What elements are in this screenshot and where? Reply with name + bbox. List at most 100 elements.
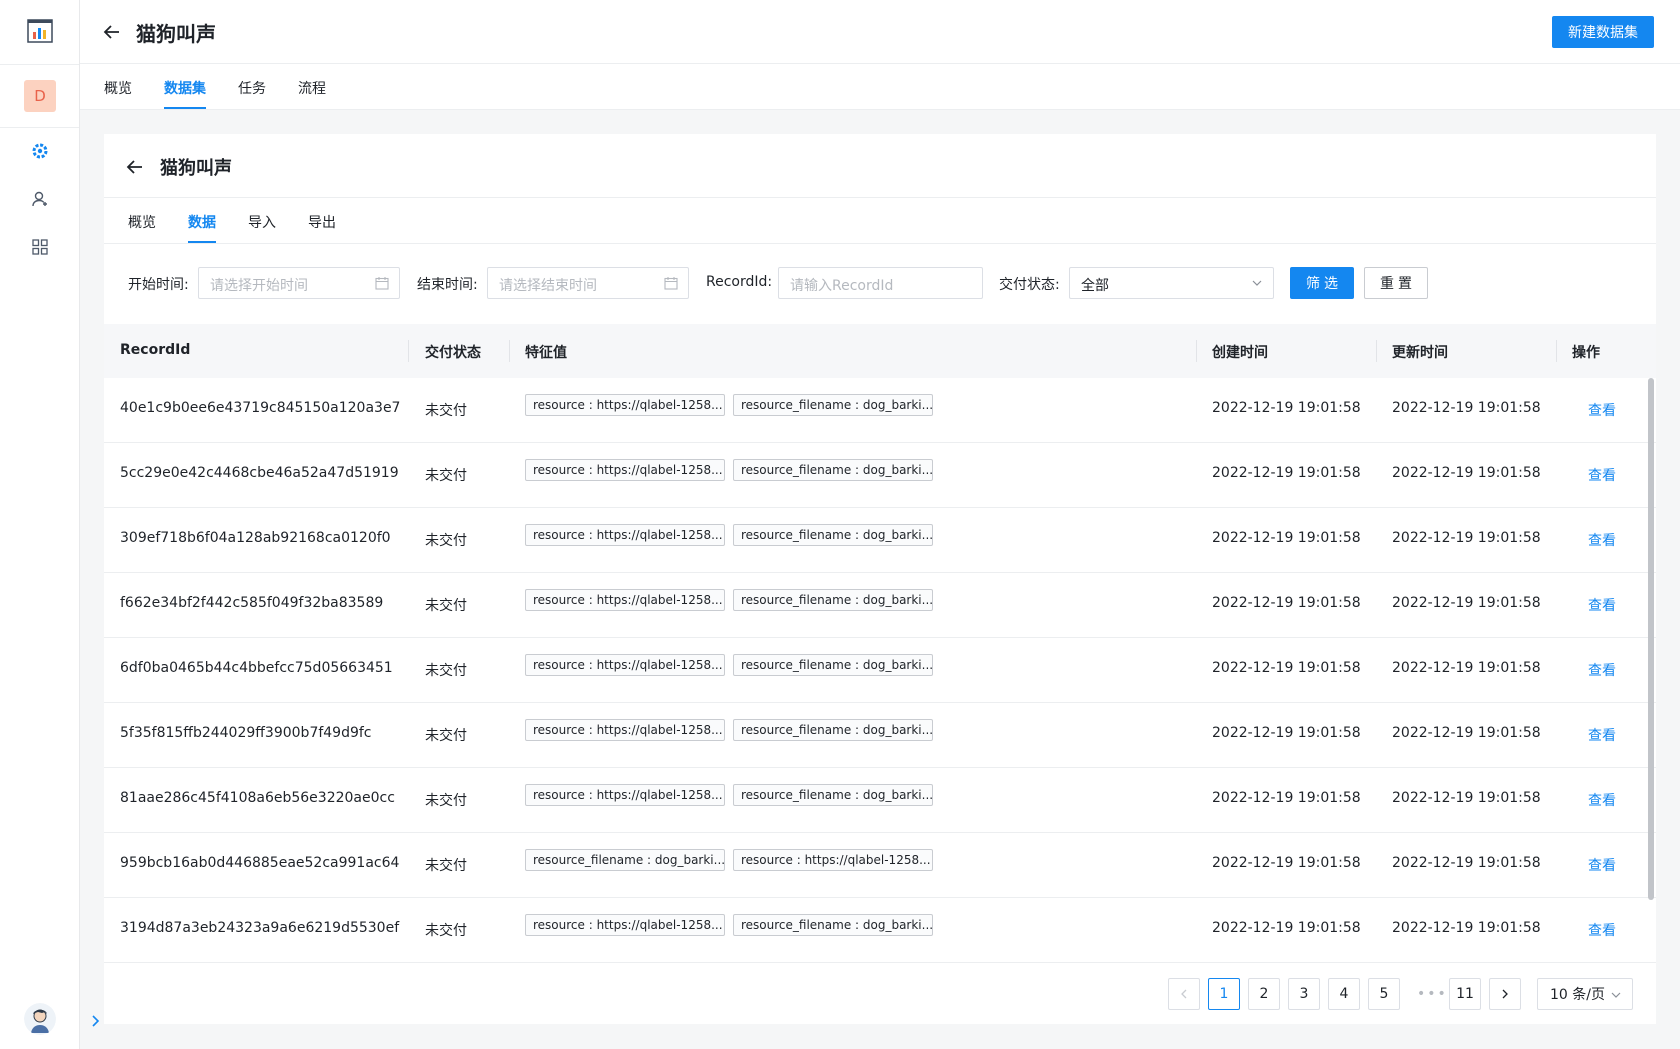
app-logo-icon[interactable] (27, 18, 53, 44)
view-record-link[interactable]: 查看 (1588, 660, 1616, 680)
start-time-picker[interactable]: 请选择开始时间 (198, 267, 400, 299)
updated-time-cell: 2022-12-19 19:01:58 (1392, 595, 1541, 611)
filter-button[interactable]: 筛选 (1290, 267, 1354, 299)
calendar-icon (375, 276, 389, 290)
view-record-link[interactable]: 查看 (1588, 920, 1616, 940)
view-record-link[interactable]: 查看 (1588, 530, 1616, 550)
table-scrollbar[interactable] (1648, 378, 1654, 900)
page-4-button[interactable]: 4 (1328, 978, 1360, 1010)
page-header: 猫狗叫声 新建数据集 (80, 0, 1680, 64)
table-row: f662e34bf2f442c585f049f32ba83589 未交付 resou… (104, 573, 1656, 638)
column-divider (1376, 340, 1377, 362)
column-header-features: 特征值 (525, 345, 567, 361)
feature-tag: resource : https://qlabel-1258... (525, 654, 725, 676)
status-cell: 未交付 (425, 923, 467, 939)
record-id-input[interactable]: 请输入RecordId (778, 267, 983, 299)
tab-dataset-overview[interactable]: 概览 (128, 212, 156, 232)
tab-datasets[interactable]: 数据集 (164, 78, 206, 98)
page-5-button[interactable]: 5 (1368, 978, 1400, 1010)
tab-overview[interactable]: 概览 (104, 78, 132, 98)
delivery-status-label: 交付状态: (999, 277, 1060, 293)
feature-tag: resource : https://qlabel-1258... (525, 719, 725, 741)
table-header: RecordId 交付状态 特征值 创建时间 更新时间 操作 (104, 324, 1656, 378)
sidebar-divider (0, 64, 79, 65)
view-record-link[interactable]: 查看 (1588, 465, 1616, 485)
user-management-icon[interactable] (30, 189, 50, 209)
status-cell: 未交付 (425, 468, 467, 484)
record-id-cell: 40e1c9b0ee6e43719c845150a120a3e7 (120, 400, 401, 416)
active-tab-indicator (164, 107, 206, 109)
pagination-ellipsis[interactable]: ••• (1417, 986, 1448, 1002)
status-cell: 未交付 (425, 728, 467, 744)
page-1-button[interactable]: 1 (1208, 978, 1240, 1010)
tab-tasks[interactable]: 任务 (238, 78, 266, 98)
created-time-cell: 2022-12-19 19:01:58 (1212, 855, 1361, 871)
tab-dataset-export[interactable]: 导出 (308, 212, 336, 232)
workspace-avatar[interactable]: D (24, 80, 56, 112)
updated-time-cell: 2022-12-19 19:01:58 (1392, 790, 1541, 806)
column-header-status: 交付状态 (425, 345, 481, 361)
record-id-cell: 959bcb16ab0d446885eae52ca991ac64 (120, 855, 400, 871)
view-record-link[interactable]: 查看 (1588, 595, 1616, 615)
view-record-link[interactable]: 查看 (1588, 725, 1616, 745)
column-divider (408, 340, 409, 362)
delivery-status-select[interactable]: 全部 (1069, 267, 1274, 299)
user-avatar[interactable] (24, 1003, 56, 1035)
page-last-button[interactable]: 11 (1449, 978, 1481, 1010)
feature-tag: resource_filename : dog_barki... (733, 719, 933, 741)
record-id-cell: 309ef718b6f04a128ab92168ca0120f0 (120, 530, 391, 546)
sidebar: D (0, 0, 80, 1049)
feature-tag: resource_filename : dog_barki... (733, 589, 933, 611)
prev-page-button[interactable] (1168, 978, 1200, 1010)
sidebar-expand-chevron-icon[interactable] (88, 1014, 102, 1028)
column-divider (1196, 340, 1197, 362)
new-dataset-button[interactable]: 新建数据集 (1552, 16, 1654, 48)
status-cell: 未交付 (425, 858, 467, 874)
reset-button[interactable]: 重置 (1364, 267, 1428, 299)
record-id-cell: 5f35f815ffb244029ff3900b7f49d9fc (120, 725, 372, 741)
record-id-label: RecordId: (706, 274, 773, 290)
column-header-record-id: RecordId (120, 342, 191, 358)
next-page-button[interactable] (1489, 978, 1521, 1010)
updated-time-cell: 2022-12-19 19:01:58 (1392, 855, 1541, 871)
dataset-header: 猫狗叫声 (104, 134, 1656, 198)
feature-tag: resource_filename : dog_barki... (733, 654, 933, 676)
page-3-button[interactable]: 3 (1288, 978, 1320, 1010)
apps-grid-icon[interactable] (30, 237, 50, 257)
page-2-button[interactable]: 2 (1248, 978, 1280, 1010)
table-row: 309ef718b6f04a128ab92168ca0120f0 未交付 resou… (104, 508, 1656, 573)
feature-tag: resource : https://qlabel-1258... (733, 849, 933, 871)
feature-tag: resource_filename : dog_barki... (733, 524, 933, 546)
record-id-placeholder: 请输入RecordId (790, 278, 894, 294)
tab-workflow[interactable]: 流程 (298, 78, 326, 98)
view-record-link[interactable]: 查看 (1588, 855, 1616, 875)
feature-tag: resource : https://qlabel-1258... (525, 524, 725, 546)
sidebar-divider (0, 127, 79, 128)
created-time-cell: 2022-12-19 19:01:58 (1212, 920, 1361, 936)
settings-gear-icon[interactable] (30, 141, 50, 161)
status-cell: 未交付 (425, 663, 467, 679)
column-header-actions: 操作 (1572, 345, 1600, 361)
created-time-cell: 2022-12-19 19:01:58 (1212, 530, 1361, 546)
back-arrow-icon[interactable] (103, 23, 121, 41)
tab-dataset-data[interactable]: 数据 (188, 212, 216, 232)
view-record-link[interactable]: 查看 (1588, 400, 1616, 420)
page-size-select[interactable]: 10 条/页 (1537, 978, 1633, 1010)
column-divider (509, 340, 510, 362)
dataset-card: 猫狗叫声 概览 数据 导入 导出 开始时间: 请选择开始时间 结束时间: 请选择… (104, 134, 1656, 1024)
tab-dataset-import[interactable]: 导入 (248, 212, 276, 232)
delivery-status-value: 全部 (1081, 278, 1109, 294)
back-arrow-icon[interactable] (126, 158, 144, 176)
active-tab-indicator (188, 241, 216, 243)
updated-time-cell: 2022-12-19 19:01:58 (1392, 400, 1541, 416)
feature-tag: resource_filename : dog_barki... (733, 394, 933, 416)
end-time-picker[interactable]: 请选择结束时间 (487, 267, 689, 299)
column-header-updated: 更新时间 (1392, 345, 1448, 361)
view-record-link[interactable]: 查看 (1588, 790, 1616, 810)
created-time-cell: 2022-12-19 19:01:58 (1212, 465, 1361, 481)
feature-tag: resource_filename : dog_barki... (733, 914, 933, 936)
record-id-cell: 5cc29e0e42c4468cbe46a52a47d51919 (120, 465, 399, 481)
table-row: 40e1c9b0ee6e43719c845150a120a3e7 未交付 resou… (104, 378, 1656, 443)
feature-tag: resource_filename : dog_barki... (525, 849, 725, 871)
feature-tag: resource : https://qlabel-1258... (525, 394, 725, 416)
